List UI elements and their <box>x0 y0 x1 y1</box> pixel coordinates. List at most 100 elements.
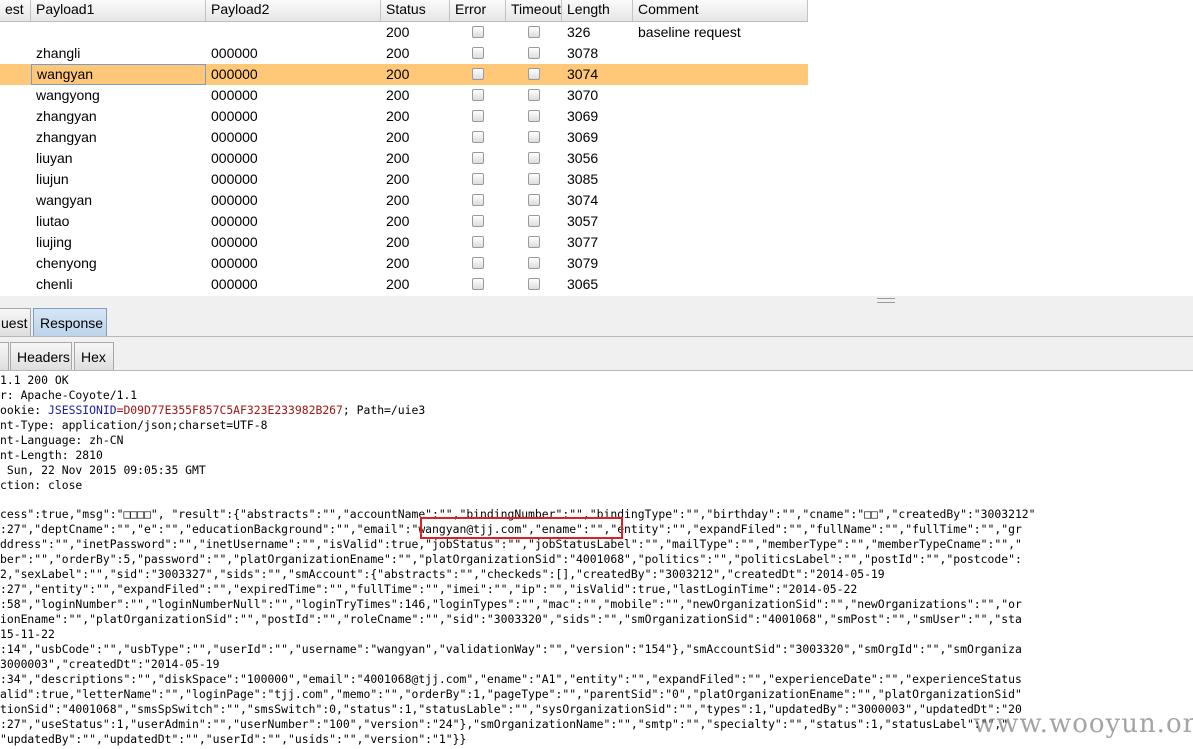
error-checkbox[interactable] <box>472 173 484 185</box>
column-header-length[interactable]: Length <box>562 0 633 21</box>
timeout-checkbox[interactable] <box>528 47 540 59</box>
cell-comment <box>633 43 808 64</box>
error-checkbox[interactable] <box>472 131 484 143</box>
column-header-error[interactable]: Error <box>450 0 506 21</box>
table-row[interactable]: liujing 000000 200 3077 <box>0 232 808 253</box>
table-row[interactable]: 200 326 baseline request <box>0 22 808 43</box>
cell-status: 200 <box>386 87 410 103</box>
response-header-line: Sun, 22 Nov 2015 09:05:35 GMT <box>0 463 206 478</box>
table-row[interactable]: chenyong 000000 200 3079 <box>0 253 808 274</box>
cell-length: 3085 <box>567 171 599 187</box>
error-checkbox[interactable] <box>472 110 484 122</box>
cell-comment: baseline request <box>638 24 741 40</box>
error-checkbox[interactable] <box>472 89 484 101</box>
header-text: ction: close <box>0 478 83 492</box>
cell-p1 <box>31 22 206 43</box>
header-text: 1.1 200 OK <box>0 373 69 387</box>
tab-raw[interactable] <box>0 342 9 370</box>
timeout-checkbox[interactable] <box>528 26 540 38</box>
cell-comment <box>633 274 808 295</box>
cell-p2: 000000 <box>211 150 258 166</box>
timeout-checkbox[interactable] <box>528 89 540 101</box>
header-text: Sun, 22 Nov 2015 09:05:35 GMT <box>0 463 206 477</box>
timeout-checkbox[interactable] <box>528 68 540 80</box>
column-header-request[interactable]: est <box>0 0 31 21</box>
cell-length: 3077 <box>567 234 599 250</box>
error-checkbox[interactable] <box>472 215 484 227</box>
table-row[interactable]: zhangyan 000000 200 3069 <box>0 106 808 127</box>
timeout-checkbox[interactable] <box>528 257 540 269</box>
table-row[interactable]: wangyan 000000 200 3074 <box>0 190 808 211</box>
response-viewer[interactable]: 1.1 200 OK r: Apache-Coyote/1.1 ookie: JSE… <box>0 371 1193 749</box>
error-checkbox[interactable] <box>472 26 484 38</box>
error-checkbox[interactable] <box>472 194 484 206</box>
response-body-line: 3000003","createdDt":"2014-05-19 <box>0 657 220 671</box>
cell-p1: zhangyan <box>36 129 97 145</box>
cell-p1: wangyan <box>31 64 206 85</box>
cell-p2: 000000 <box>211 87 258 103</box>
column-header-timeout[interactable]: Timeout <box>506 0 562 21</box>
timeout-checkbox[interactable] <box>528 194 540 206</box>
cell-p1: liuyan <box>36 150 73 166</box>
watermark: www.wooyun.org <box>973 709 1193 739</box>
cell-p2: 000000 <box>211 213 258 229</box>
table-empty-area <box>808 0 1193 296</box>
timeout-checkbox[interactable] <box>528 173 540 185</box>
tab-hex[interactable]: Hex <box>74 342 114 370</box>
table-row[interactable]: wangyan 000000 200 3074 <box>0 64 808 85</box>
pane-splitter[interactable] <box>0 296 1193 304</box>
timeout-checkbox[interactable] <box>528 278 540 290</box>
timeout-checkbox[interactable] <box>528 152 540 164</box>
cell-length: 3069 <box>567 129 599 145</box>
email-highlight-box <box>420 517 623 539</box>
error-checkbox[interactable] <box>472 236 484 248</box>
tab-request[interactable]: uest <box>0 308 31 336</box>
column-header-payload1[interactable]: Payload1 <box>31 0 206 21</box>
cell-status: 200 <box>386 276 410 292</box>
error-checkbox[interactable] <box>472 278 484 290</box>
table-row[interactable]: liuyan 000000 200 3056 <box>0 148 808 169</box>
column-header-payload2[interactable]: Payload2 <box>206 0 381 21</box>
error-checkbox[interactable] <box>472 47 484 59</box>
cell-p2: 000000 <box>211 276 258 292</box>
response-body-line: "updatedBy":"","updatedDt":"","userId":"… <box>0 732 467 746</box>
cell-comment <box>633 148 808 169</box>
cell-p2: 000000 <box>211 129 258 145</box>
cell-comment <box>633 106 808 127</box>
tab-headers[interactable]: Headers <box>10 342 72 370</box>
cell-length: 3078 <box>567 45 599 61</box>
cell-p2: 000000 <box>211 192 258 208</box>
cell-comment <box>633 253 808 274</box>
table-row[interactable]: zhangyan 000000 200 3069 <box>0 127 808 148</box>
table-row[interactable]: liutao 000000 200 3057 <box>0 211 808 232</box>
cell-status: 200 <box>386 66 410 82</box>
response-body-line: ddress":"","inetPassword":"","inetUserna… <box>0 537 1022 551</box>
response-header-line: ookie: JSESSIONID=D09D77E355F857C5AF323E… <box>0 403 425 418</box>
cell-comment <box>633 85 808 106</box>
cell-status: 200 <box>386 234 410 250</box>
cell-p2: 000000 <box>211 66 258 82</box>
tab-response[interactable]: Response <box>33 308 107 336</box>
response-body-line: 15-11-22 <box>0 627 55 641</box>
cell-p1: wangyong <box>36 87 100 103</box>
error-checkbox[interactable] <box>472 152 484 164</box>
table-row[interactable]: chenli 000000 200 3065 <box>0 274 808 295</box>
error-checkbox[interactable] <box>472 257 484 269</box>
table-row[interactable]: liujun 000000 200 3085 <box>0 169 808 190</box>
response-body-line: :27","entity":"","expandFiled":"","expir… <box>0 582 858 596</box>
timeout-checkbox[interactable] <box>528 215 540 227</box>
cell-length: 3079 <box>567 255 599 271</box>
cell-p1: zhangyan <box>36 108 97 124</box>
column-header-comment[interactable]: Comment <box>633 0 808 21</box>
response-body-line: :27","useStatus":1,"userAdmin":"","userN… <box>0 717 1009 731</box>
cell-status: 200 <box>386 108 410 124</box>
timeout-checkbox[interactable] <box>528 236 540 248</box>
timeout-checkbox[interactable] <box>528 110 540 122</box>
error-checkbox[interactable] <box>472 68 484 80</box>
table-row[interactable]: wangyong 000000 200 3070 <box>0 85 808 106</box>
splitter-grip-icon[interactable] <box>877 298 895 303</box>
cell-length: 3057 <box>567 213 599 229</box>
column-header-status[interactable]: Status <box>381 0 450 21</box>
table-row[interactable]: zhangli 000000 200 3078 <box>0 43 808 64</box>
timeout-checkbox[interactable] <box>528 131 540 143</box>
